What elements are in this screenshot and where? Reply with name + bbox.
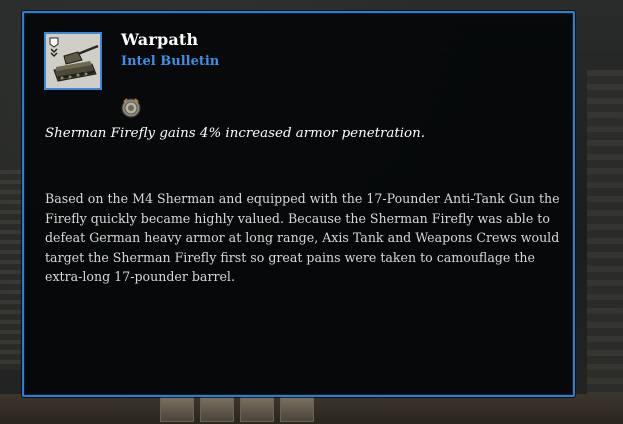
background-left-bar bbox=[0, 170, 22, 370]
background-unit-portrait bbox=[200, 396, 234, 422]
bulletin-description: Based on the M4 Sherman and equipped wit… bbox=[45, 191, 560, 285]
bronze-medal-icon bbox=[120, 97, 142, 123]
background-unit-portrait bbox=[160, 396, 194, 422]
bulletin-title: Warpath bbox=[121, 30, 199, 49]
background-unit-portrait bbox=[280, 396, 314, 422]
intel-bulletin-tooltip: Warpath Intel Bulletin Sherman Firefly g… bbox=[22, 11, 575, 397]
background-pillar bbox=[587, 70, 623, 400]
sherman-tank-icon bbox=[44, 32, 102, 90]
bulletin-effect-text: Sherman Firefly gains 4% increased armor… bbox=[45, 126, 425, 141]
bulletin-type-label: Intel Bulletin bbox=[121, 54, 220, 69]
background-unit-portrait bbox=[240, 396, 274, 422]
